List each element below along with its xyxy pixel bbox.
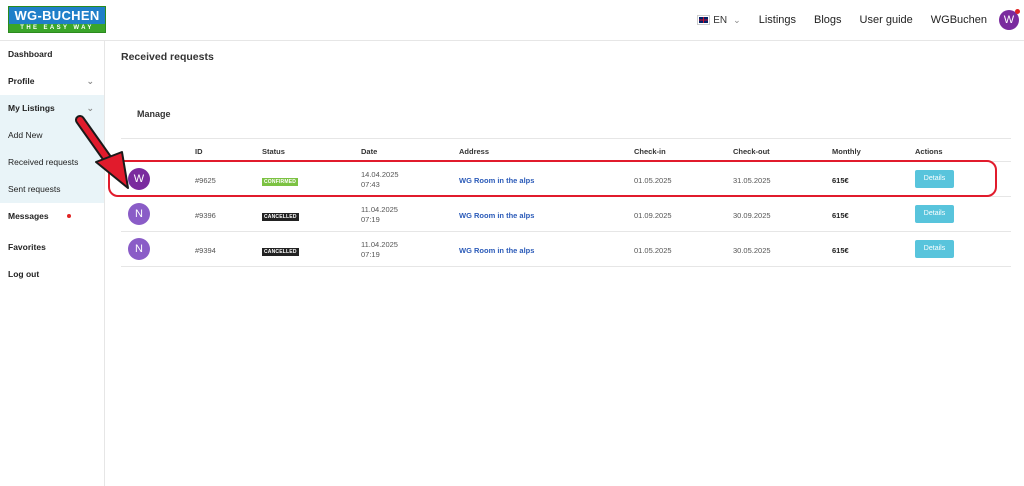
- language-selector[interactable]: EN ⌄: [697, 14, 741, 26]
- sidebar-item-label: Dashboard: [8, 49, 53, 59]
- top-header: WG-BUCHEN THE EASY WAY EN ⌄ Listings Blo…: [0, 0, 1024, 41]
- nav-listings[interactable]: Listings: [759, 14, 796, 26]
- column-header-check-in: Check-in: [634, 147, 666, 156]
- listing-address-link[interactable]: WG Room in the alps: [459, 246, 534, 255]
- check-out-date: 30.05.2025: [733, 246, 771, 255]
- listing-address-link[interactable]: WG Room in the alps: [459, 211, 534, 220]
- date-cell: 11.04.2025 07:19: [361, 205, 398, 225]
- highlight-outline: [108, 160, 997, 197]
- page-title: Received requests: [121, 51, 214, 63]
- sidebar: Dashboard Profile ⌄ My Listings ⌄ Add Ne…: [0, 41, 105, 486]
- chevron-down-icon: ⌄: [86, 76, 94, 86]
- sidebar-item-log-out[interactable]: Log out: [0, 261, 104, 288]
- unread-dot: [67, 214, 71, 218]
- sidebar-item-dashboard[interactable]: Dashboard: [0, 41, 104, 68]
- table-header: ID Status Date Address Check-in Check-ou…: [121, 138, 1011, 162]
- sidebar-item-label: Messages: [8, 211, 49, 221]
- request-time: 07:19: [361, 250, 380, 259]
- sidebar-item-label: Log out: [8, 269, 40, 279]
- details-button[interactable]: Details: [915, 205, 954, 223]
- status-badge: CANCELLED: [262, 248, 299, 256]
- uk-flag-icon: [697, 15, 711, 25]
- column-header-address: Address: [459, 147, 490, 156]
- red-arrow-icon: [75, 115, 129, 189]
- nav-user-guide[interactable]: User guide: [860, 14, 913, 26]
- request-date: 11.04.2025: [361, 205, 398, 214]
- table-row: N #9394 CANCELLED 11.04.2025 07:19 WG Ro…: [121, 232, 1011, 267]
- request-date: 11.04.2025: [361, 240, 398, 249]
- column-header-actions: Actions: [915, 147, 943, 156]
- top-nav: EN ⌄ Listings Blogs User guide WGBuchen …: [697, 0, 1024, 40]
- column-header-date: Date: [361, 147, 378, 156]
- sidebar-item-label: Profile: [8, 76, 35, 86]
- status-cell: CANCELLED: [262, 211, 299, 221]
- status-badge: CANCELLED: [262, 213, 299, 221]
- monthly-price: 615€: [832, 246, 849, 255]
- notification-dot: [1015, 9, 1020, 14]
- sidebar-item-label: My Listings: [8, 103, 55, 113]
- sidebar-item-messages[interactable]: Messages: [0, 203, 104, 230]
- column-header-id: ID: [195, 147, 203, 156]
- request-id: #9396: [195, 211, 216, 220]
- column-header-monthly: Monthly: [832, 147, 861, 156]
- chevron-down-icon: ⌄: [733, 14, 741, 25]
- date-cell: 11.04.2025 07:19: [361, 240, 398, 260]
- avatar-letter: N: [135, 243, 143, 255]
- sidebar-item-favorites[interactable]: Favorites: [0, 234, 104, 261]
- check-in-date: 01.09.2025: [634, 211, 672, 220]
- logo-title: WG-BUCHEN: [9, 7, 105, 24]
- requester-avatar[interactable]: N: [128, 203, 150, 225]
- sidebar-item-label: Sent requests: [8, 184, 61, 194]
- monthly-price: 615€: [832, 211, 849, 220]
- check-out-date: 30.09.2025: [733, 211, 771, 220]
- sidebar-item-label: Favorites: [8, 242, 46, 252]
- sidebar-item-profile[interactable]: Profile ⌄: [0, 68, 104, 95]
- requester-avatar[interactable]: N: [128, 238, 150, 260]
- status-cell: CANCELLED: [262, 246, 299, 256]
- language-label: EN: [713, 14, 728, 26]
- sidebar-item-label: Add New: [8, 130, 43, 140]
- section-title: Manage: [137, 109, 171, 119]
- request-time: 07:19: [361, 215, 380, 224]
- request-id: #9394: [195, 246, 216, 255]
- user-avatar-letter: W: [1003, 14, 1015, 26]
- sidebar-item-label: Received requests: [8, 157, 79, 167]
- logo-tagline: THE EASY WAY: [9, 24, 105, 32]
- nav-account-name[interactable]: WGBuchen: [931, 14, 987, 26]
- table-row: N #9396 CANCELLED 11.04.2025 07:19 WG Ro…: [121, 197, 1011, 232]
- avatar-letter: N: [135, 208, 143, 220]
- column-header-status: Status: [262, 147, 285, 156]
- details-button[interactable]: Details: [915, 240, 954, 258]
- check-in-date: 01.05.2025: [634, 246, 672, 255]
- requests-table: ID Status Date Address Check-in Check-ou…: [121, 138, 1011, 267]
- nav-blogs[interactable]: Blogs: [814, 14, 842, 26]
- column-header-check-out: Check-out: [733, 147, 770, 156]
- user-avatar[interactable]: W: [999, 9, 1020, 30]
- wg-buchen-logo[interactable]: WG-BUCHEN THE EASY WAY: [8, 6, 106, 33]
